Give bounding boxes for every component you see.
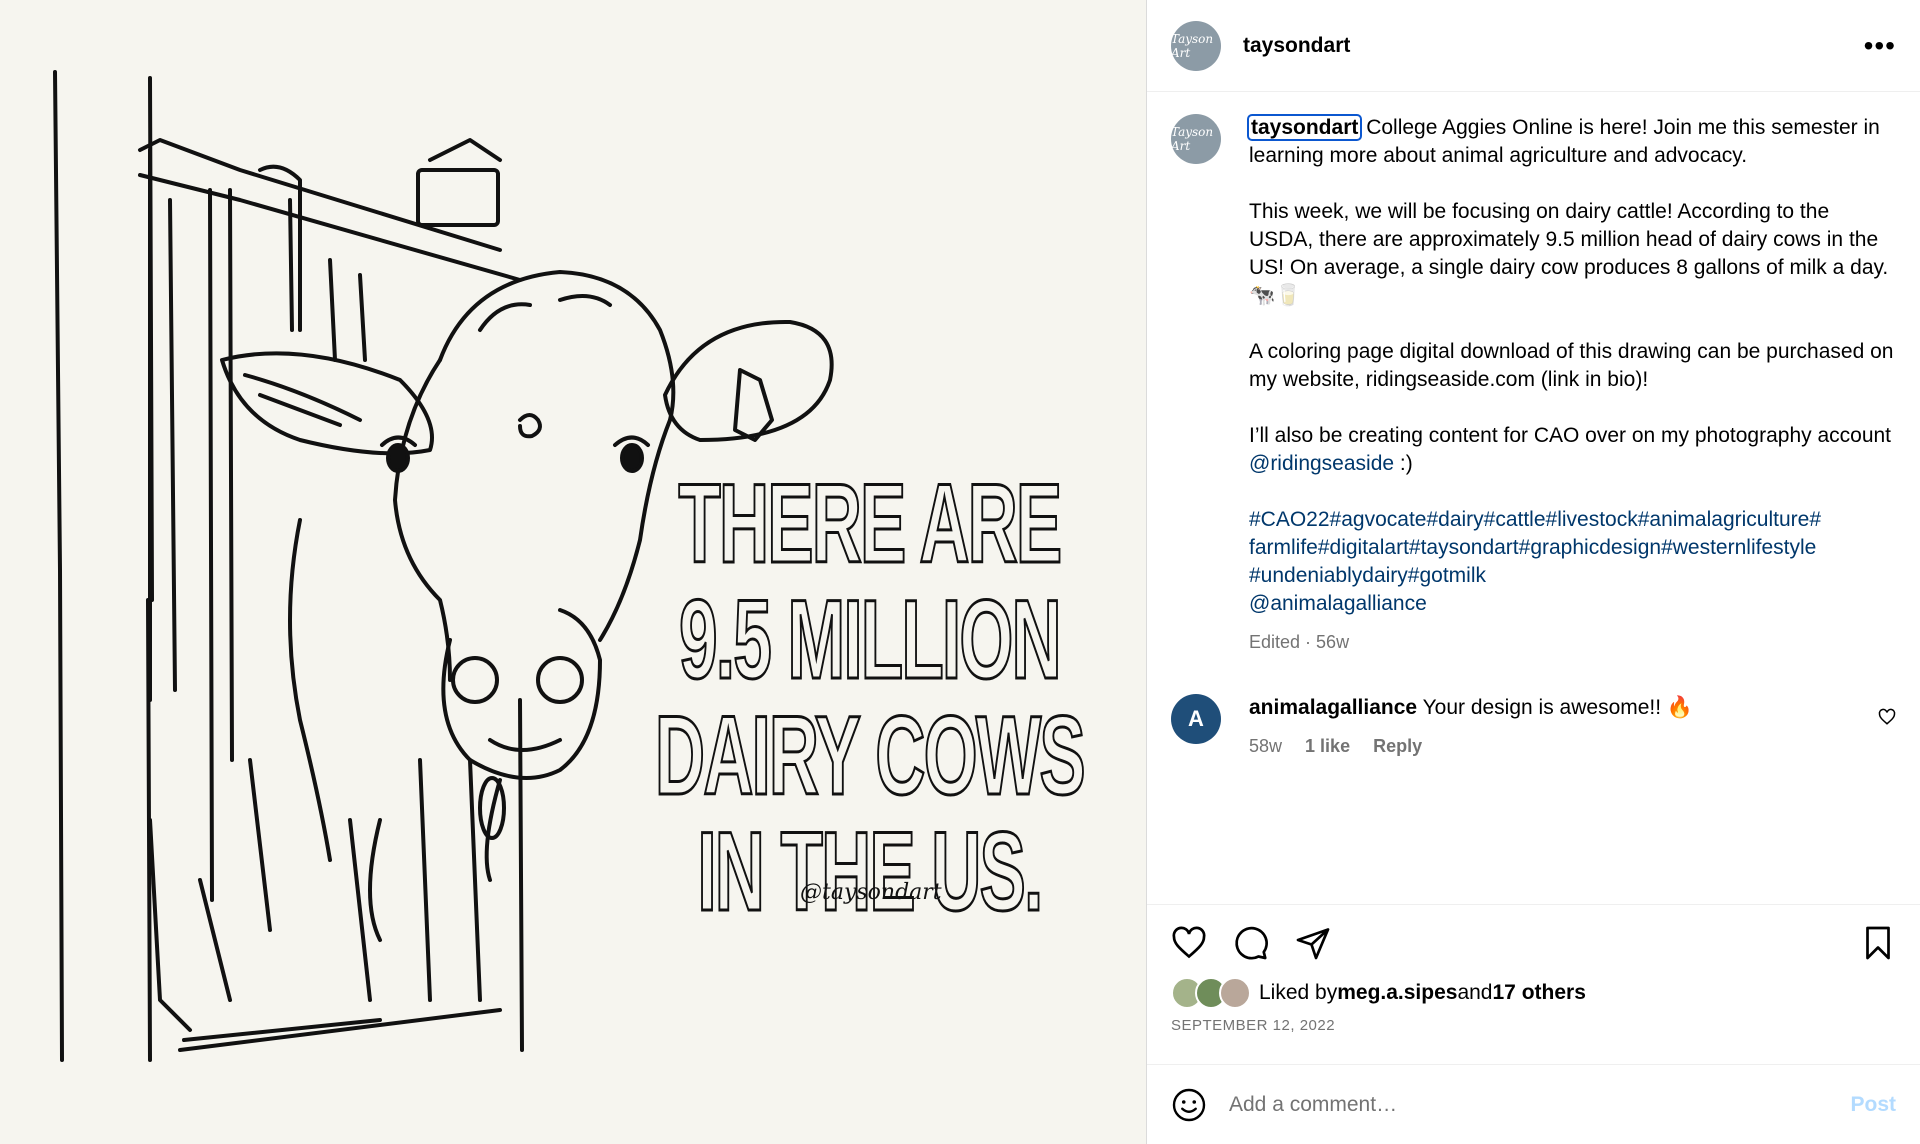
caption-avatar[interactable]: Tayson Art — [1171, 114, 1221, 164]
comment-text: Your design is awesome!! 🔥 — [1422, 696, 1694, 719]
meta-separator: · — [1300, 632, 1317, 652]
caption-age[interactable]: 56w — [1316, 632, 1349, 652]
hashtags-line[interactable]: #CAO22#agvocate#dairy#cattle#livestock#a… — [1249, 508, 1821, 531]
caption-paragraph-3: A coloring page digital download of this… — [1249, 340, 1894, 391]
more-options-icon[interactable]: ••• — [1864, 31, 1896, 60]
post-button[interactable]: Post — [1850, 1093, 1896, 1117]
artwork-line: IN THE US. — [696, 809, 1044, 934]
comment-likes[interactable]: 1 like — [1305, 736, 1350, 756]
mention-link[interactable]: @animalagalliance — [1249, 592, 1427, 615]
edited-label: Edited — [1249, 632, 1301, 652]
caption-meta: Edited · 56w — [1249, 628, 1896, 656]
caption-username[interactable]: taysondart — [1246, 114, 1363, 141]
comment-item: A animalagalliance Your design is awesom… — [1171, 694, 1896, 760]
comment-age[interactable]: 58w — [1249, 736, 1282, 756]
liker-avatars[interactable] — [1171, 977, 1251, 1009]
comment-bubble-icon[interactable] — [1233, 925, 1269, 961]
share-paper-plane-icon[interactable] — [1295, 925, 1331, 961]
mention-link[interactable]: @ridingseaside — [1249, 452, 1394, 475]
artwork-signature: @taysondart — [800, 880, 942, 905]
action-icons — [1171, 923, 1896, 963]
like-heart-icon[interactable] — [1171, 925, 1207, 961]
hashtags-line[interactable]: farmlife#digitalart#taysondart#graphicde… — [1249, 536, 1816, 559]
comments-section[interactable]: Tayson Art taysondart College Aggies Onl… — [1147, 92, 1920, 904]
post-header: Tayson Art taysondart ••• — [1147, 0, 1920, 92]
reply-button[interactable]: Reply — [1373, 736, 1422, 756]
comment-meta: 58w 1 like Reply — [1249, 732, 1896, 760]
caption-paragraph-2: This week, we will be focusing on dairy … — [1249, 200, 1889, 307]
caption-body: taysondart College Aggies Online is here… — [1246, 114, 1896, 656]
caption-paragraph-4: I’ll also be creating content for CAO ov… — [1249, 424, 1892, 447]
like-comment-heart-icon[interactable] — [1878, 708, 1896, 726]
liker-avatar — [1219, 977, 1251, 1009]
emoji-icon[interactable] — [1171, 1087, 1207, 1123]
artwork-headline: THERE ARE 9.5 MILLION DAIRY COWS IN THE … — [640, 461, 1099, 934]
post-date[interactable]: SEPTEMBER 12, 2022 — [1171, 1017, 1896, 1034]
post-side-panel: Tayson Art taysondart ••• Tayson Art tay… — [1147, 0, 1920, 1144]
comment-username[interactable]: animalagalliance — [1249, 696, 1417, 719]
header-username[interactable]: taysondart — [1243, 34, 1350, 58]
liked-by-others[interactable]: 17 others — [1493, 981, 1586, 1005]
action-bar: Liked by meg.a.sipes and 17 others SEPTE… — [1147, 904, 1920, 1034]
post-image[interactable]: THERE ARE 9.5 MILLION DAIRY COWS IN THE … — [0, 0, 1147, 1144]
artwork-line: 9.5 MILLION — [678, 577, 1063, 702]
likes-summary: Liked by meg.a.sipes and 17 others — [1171, 977, 1896, 1009]
hashtags-line[interactable]: #undeniablydairy#gotmilk — [1249, 564, 1486, 587]
comment-composer: Post — [1147, 1064, 1920, 1144]
artwork-line: THERE ARE — [678, 461, 1064, 586]
liked-by-and: and — [1457, 981, 1493, 1004]
liked-by-prefix: Liked by — [1259, 981, 1338, 1004]
post-modal: THERE ARE 9.5 MILLION DAIRY COWS IN THE … — [0, 0, 1920, 1144]
save-bookmark-icon[interactable] — [1860, 925, 1896, 961]
avatar[interactable]: Tayson Art — [1171, 20, 1221, 71]
liked-by-user[interactable]: meg.a.sipes — [1337, 981, 1457, 1005]
caption: Tayson Art taysondart College Aggies Onl… — [1171, 114, 1896, 656]
comment-input[interactable] — [1227, 1091, 1851, 1118]
caption-smiley: :) — [1394, 452, 1413, 475]
artwork-line: DAIRY COWS — [654, 693, 1087, 818]
comment-body: animalagalliance Your design is awesome!… — [1249, 694, 1896, 760]
commenter-avatar[interactable]: A — [1171, 694, 1221, 744]
